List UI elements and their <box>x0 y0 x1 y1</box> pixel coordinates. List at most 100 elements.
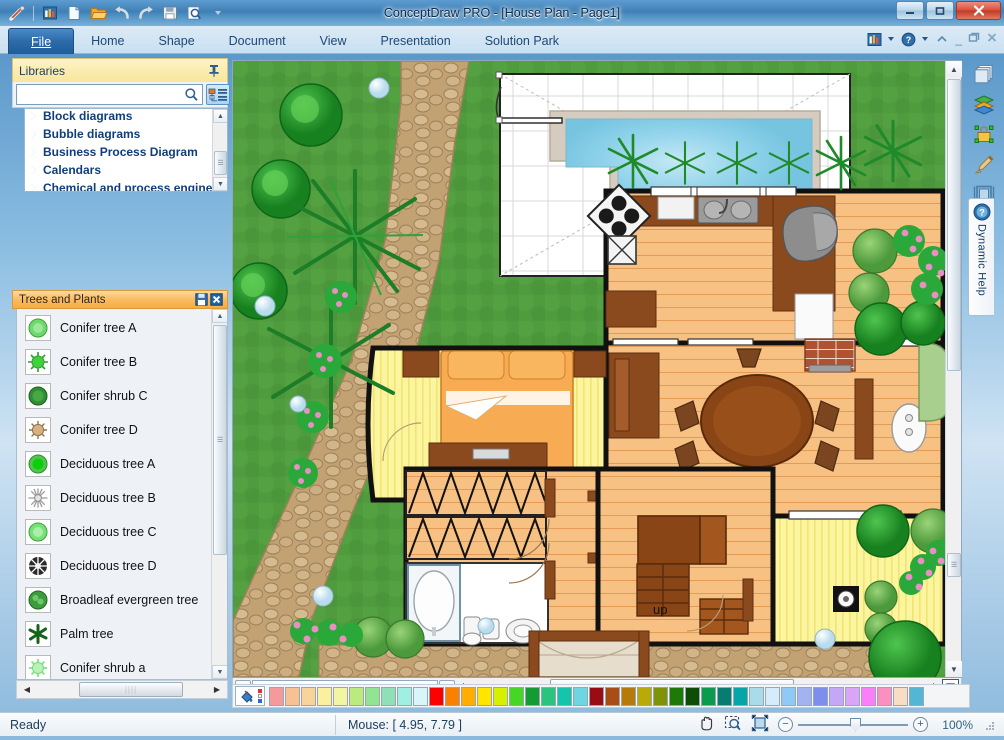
color-swatch[interactable] <box>845 686 860 706</box>
color-swatch[interactable] <box>397 686 412 706</box>
color-swatch[interactable] <box>317 686 332 706</box>
color-swatch[interactable] <box>461 686 476 706</box>
color-swatch[interactable] <box>861 686 876 706</box>
search-input[interactable] <box>17 86 180 103</box>
stencil-shape-item[interactable]: Conifer tree A <box>17 311 213 345</box>
stencil-shape-item[interactable]: Conifer shrub C <box>17 379 213 413</box>
deciduous-tree-b-icon[interactable] <box>25 485 51 511</box>
expander-icon[interactable] <box>31 184 37 191</box>
fill-color-tool[interactable] <box>235 686 265 706</box>
stencil-save-icon[interactable] <box>194 292 209 307</box>
scrollbar-thumb[interactable]: |||| <box>79 682 183 697</box>
stencil-shape-item[interactable]: Deciduous tree B <box>17 481 213 515</box>
close-button[interactable] <box>956 1 1001 20</box>
color-swatch[interactable] <box>541 686 556 706</box>
scroll-up-icon[interactable]: ▲ <box>946 61 962 77</box>
scroll-up-icon[interactable]: ▲ <box>212 309 227 323</box>
layers-icon[interactable] <box>970 60 998 88</box>
palm-tree-icon[interactable] <box>25 621 51 647</box>
tree-view-toggle-button[interactable] <box>206 84 230 105</box>
tab-file[interactable]: File <box>8 28 75 54</box>
library-item-chemical-and-process-engineering[interactable]: Chemical and process engineering <box>25 179 227 191</box>
help-icon[interactable]: ? <box>899 30 917 48</box>
scroll-up-icon[interactable]: ▲ <box>213 109 227 123</box>
doc-minimize-icon[interactable]: _ <box>953 32 964 46</box>
scrollbar-thumb[interactable] <box>947 79 961 371</box>
color-swatch[interactable] <box>413 686 428 706</box>
color-swatches[interactable] <box>269 686 924 706</box>
color-swatch[interactable] <box>701 686 716 706</box>
color-swatch[interactable] <box>909 686 924 706</box>
tab-view[interactable]: View <box>303 28 364 54</box>
conifer-tree-d-icon[interactable] <box>25 417 51 443</box>
color-swatch[interactable] <box>621 686 636 706</box>
color-swatch[interactable] <box>797 686 812 706</box>
deciduous-tree-d-icon[interactable] <box>25 553 51 579</box>
help-dropdown-icon[interactable] <box>922 37 929 41</box>
color-swatch[interactable] <box>573 686 588 706</box>
scroll-down-icon[interactable]: ▼ <box>946 661 962 677</box>
libraries-tree[interactable]: Block diagrams Bubble diagrams Business … <box>24 108 228 192</box>
color-swatch[interactable] <box>781 686 796 706</box>
brush-icon[interactable] <box>970 150 998 178</box>
zoom-slider-thumb[interactable] <box>850 717 861 732</box>
house-plan-drawing[interactable]: up <box>233 61 945 677</box>
tab-presentation[interactable]: Presentation <box>364 28 468 54</box>
library-item-calendars[interactable]: Calendars <box>25 161 213 179</box>
minimize-button[interactable] <box>896 1 924 20</box>
color-swatch[interactable] <box>653 686 668 706</box>
tab-home[interactable]: Home <box>74 28 141 54</box>
color-swatch[interactable] <box>525 686 540 706</box>
doc-close-icon[interactable] <box>984 32 1000 46</box>
library-item-bubble-diagrams[interactable]: Bubble diagrams <box>25 125 213 143</box>
drawing-canvas[interactable]: up <box>233 61 945 677</box>
stencil-shape-item[interactable]: Deciduous tree A <box>17 447 213 481</box>
color-swatch[interactable] <box>605 686 620 706</box>
pin-icon[interactable] <box>207 64 221 78</box>
color-swatch[interactable] <box>349 686 364 706</box>
color-swatch[interactable] <box>493 686 508 706</box>
color-swatch[interactable] <box>285 686 300 706</box>
color-swatch[interactable] <box>333 686 348 706</box>
color-swatch[interactable] <box>685 686 700 706</box>
color-swatch[interactable] <box>637 686 652 706</box>
color-swatch[interactable] <box>557 686 572 706</box>
color-swatch[interactable] <box>893 686 908 706</box>
scroll-track[interactable]: |||| <box>37 682 207 697</box>
scroll-left-icon[interactable]: ◀ <box>19 682 35 697</box>
library-item-block-diagrams[interactable]: Block diagrams <box>25 109 213 125</box>
expander-icon[interactable] <box>31 112 37 120</box>
conifer-tree-a-icon[interactable] <box>25 315 51 341</box>
stencil-shape-item[interactable]: Deciduous tree C <box>17 515 213 549</box>
zoom-out-button[interactable]: − <box>778 717 793 732</box>
library-item-business-process-diagram[interactable]: Business Process Diagram <box>25 143 213 161</box>
zoom-in-button[interactable]: + <box>913 717 928 732</box>
conifer-tree-b-icon[interactable] <box>25 349 51 375</box>
ribbon-collapse-icon[interactable] <box>933 30 951 48</box>
stencil-shape-item[interactable]: Deciduous tree D <box>17 549 213 583</box>
scrollbar-thumb[interactable]: ☰ <box>213 325 227 555</box>
zoom-control[interactable]: − + <box>778 717 928 732</box>
tab-document[interactable]: Document <box>212 28 303 54</box>
scrollbar-thumb-secondary[interactable]: ☰ <box>947 553 961 577</box>
deciduous-tree-a-icon[interactable] <box>25 451 51 477</box>
scroll-down-icon[interactable]: ▼ <box>212 665 227 679</box>
lock-icon[interactable] <box>970 120 998 148</box>
maximize-button[interactable] <box>926 1 954 20</box>
stencil-horizontal-scrollbar[interactable]: ◀ |||| ▶ <box>16 680 228 699</box>
conifer-shrub-c-icon[interactable] <box>25 383 51 409</box>
stack-icon[interactable] <box>970 90 998 118</box>
solutions-icon[interactable] <box>865 30 883 48</box>
color-swatch[interactable] <box>477 686 492 706</box>
stencil-shape-item[interactable]: Palm tree <box>17 617 213 651</box>
fit-page-icon[interactable] <box>751 714 769 735</box>
color-swatch[interactable] <box>381 686 396 706</box>
search-icon[interactable] <box>180 85 202 104</box>
color-swatch[interactable] <box>749 686 764 706</box>
tab-shape[interactable]: Shape <box>142 28 212 54</box>
color-swatch[interactable] <box>813 686 828 706</box>
color-swatch[interactable] <box>717 686 732 706</box>
stencil-shape-list[interactable]: Conifer tree A Conifer tree B Conifer sh… <box>16 309 228 680</box>
scroll-right-icon[interactable]: ▶ <box>209 682 225 697</box>
color-swatch[interactable] <box>877 686 892 706</box>
